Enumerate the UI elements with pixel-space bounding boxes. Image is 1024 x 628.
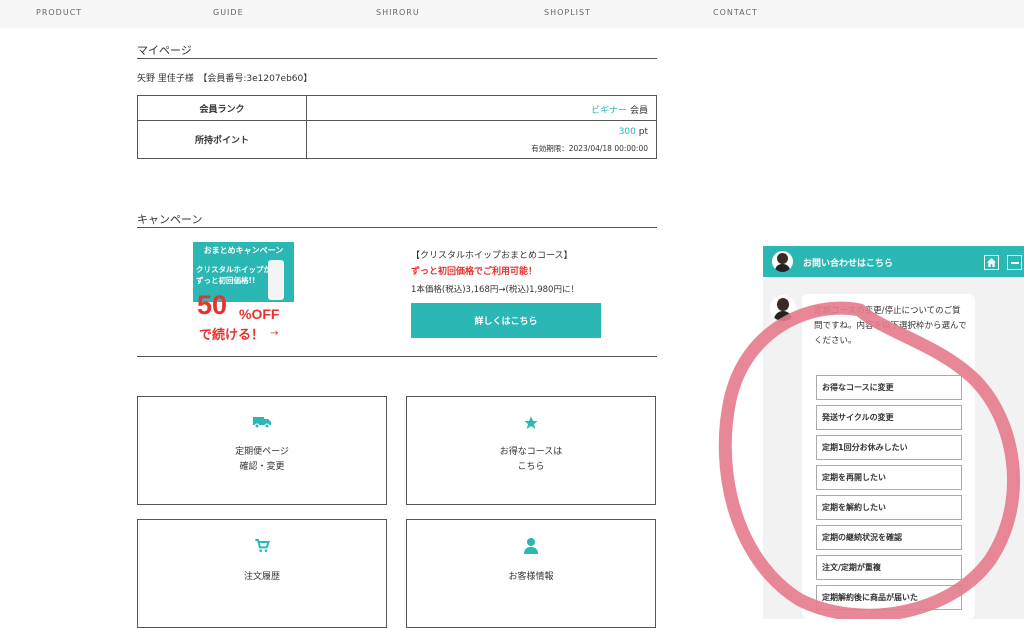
arrow-right-icon: → — [270, 328, 279, 339]
chat-message: 定期コースの変更/停止についてのご質問ですね。内容を以下選択枠から選んでください… — [814, 306, 967, 346]
campaign-highlight: ずっと初回価格でご利用可能！ — [411, 267, 538, 277]
campaign-divider — [137, 227, 657, 228]
rank-value: ビギナー 会員 — [591, 103, 648, 116]
nav-shiroru[interactable]: SHIRORU — [376, 8, 420, 17]
card-label-line1: お客様情報 — [508, 572, 554, 582]
campaign-banner[interactable]: おまとめキャンペーン クリスタルホイップが ずっと初回価格!! 50 %OFF … — [193, 242, 294, 343]
chat-bubble: 定期コースの変更/停止についてのご質問ですね。内容を以下選択枠から選んでください… — [802, 294, 975, 619]
card-label-line1: お得なコースは — [499, 447, 563, 457]
chat-widget: お問い合わせはこちら 定期コースの変更/停止についてのご質問ですね。内容を以下選… — [763, 246, 1024, 619]
customer-info-card[interactable]: お客様情報 — [406, 519, 656, 628]
banner-heading: おまとめキャンペーン — [193, 242, 294, 258]
campaign-title: キャンペーン — [137, 213, 203, 226]
points-label: 所持ポイント — [138, 121, 307, 158]
deal-course-card[interactable]: お得なコースは こちら — [406, 396, 656, 505]
campaign-details-button[interactable]: 詳しくはこちら — [411, 303, 601, 338]
chat-option[interactable]: 注文/定期が重複 — [816, 555, 962, 580]
points-value: 300 pt — [619, 127, 648, 137]
chat-option[interactable]: 定期を再開したい — [816, 465, 962, 490]
operator-avatar — [772, 251, 793, 272]
mypage-title: マイページ — [137, 44, 192, 57]
points-row: 所持ポイント 300 pt 有効期限：2023/04/18 00:00:00 — [138, 121, 656, 158]
card-label-line2: こちら — [517, 462, 545, 472]
nav-shoplist[interactable]: SHOPLIST — [544, 8, 591, 17]
nav-guide[interactable]: GUIDE — [213, 8, 244, 17]
star-icon — [407, 415, 655, 435]
chat-option[interactable]: お得なコースに変更 — [816, 375, 962, 400]
points-unit: pt — [635, 127, 648, 137]
nav-product[interactable]: PRODUCT — [36, 8, 82, 17]
member-info-table: 会員ランク ビギナー 会員 所持ポイント 300 pt 有効期限：2023/04… — [137, 95, 657, 159]
campaign-bottom-divider — [137, 356, 657, 357]
order-history-card[interactable]: 注文履歴 — [137, 519, 387, 628]
minimize-icon[interactable] — [1007, 255, 1022, 270]
banner-line1: クリスタルホイップが — [196, 265, 271, 274]
chat-option[interactable]: 定期1回分お休みしたい — [816, 435, 962, 460]
rank-name: ビギナー — [591, 106, 628, 116]
rank-row: 会員ランク ビギナー 会員 — [138, 96, 656, 121]
card-label-line1: 注文履歴 — [243, 572, 280, 582]
nav-contact[interactable]: CONTACT — [713, 8, 758, 17]
points-expiry: 有効期限：2023/04/18 00:00:00 — [531, 144, 648, 153]
chat-option[interactable]: 定期を解約したい — [816, 495, 962, 520]
campaign-course-name: 【クリスタルホイップおまとめコース】 — [411, 251, 573, 261]
cart-icon — [138, 538, 386, 558]
banner-discount-off: %OFF — [239, 306, 280, 322]
bot-avatar — [770, 295, 796, 321]
rank-suffix: 会員 — [627, 106, 648, 116]
points-number: 300 — [618, 127, 636, 137]
user-icon — [407, 538, 655, 558]
banner-continue: で続ける！ — [199, 328, 265, 343]
card-label-line1: 定期便ページ — [235, 447, 289, 457]
chat-header: お問い合わせはこちら — [763, 246, 1024, 277]
chat-option[interactable]: 発送サイクルの変更 — [816, 405, 962, 430]
card-label-line2: 確認・変更 — [239, 462, 285, 472]
truck-icon — [138, 415, 386, 433]
campaign-price: 1本価格(税込)3,168円→(税込)1,980円に！ — [411, 285, 579, 295]
rank-label: 会員ランク — [138, 96, 307, 120]
chat-option[interactable]: 定期の継続状況を確認 — [816, 525, 962, 550]
product-bottle-image — [268, 260, 284, 300]
banner-discount-number: 50 — [197, 290, 228, 320]
home-icon[interactable] — [984, 255, 999, 270]
member-name: 矢野 里佳子様 【会員番号:3e1207eb60】 — [137, 74, 313, 84]
subscription-card[interactable]: 定期便ページ 確認・変更 — [137, 396, 387, 505]
chat-title: お問い合わせはこちら — [803, 259, 894, 269]
mypage-divider — [137, 58, 657, 59]
top-navigation: PRODUCT GUIDE SHIRORU SHOPLIST CONTACT — [0, 0, 1024, 28]
chat-option[interactable]: 定期解約後に商品が届いた — [816, 585, 962, 610]
banner-line2: ずっと初回価格!! — [196, 276, 256, 285]
